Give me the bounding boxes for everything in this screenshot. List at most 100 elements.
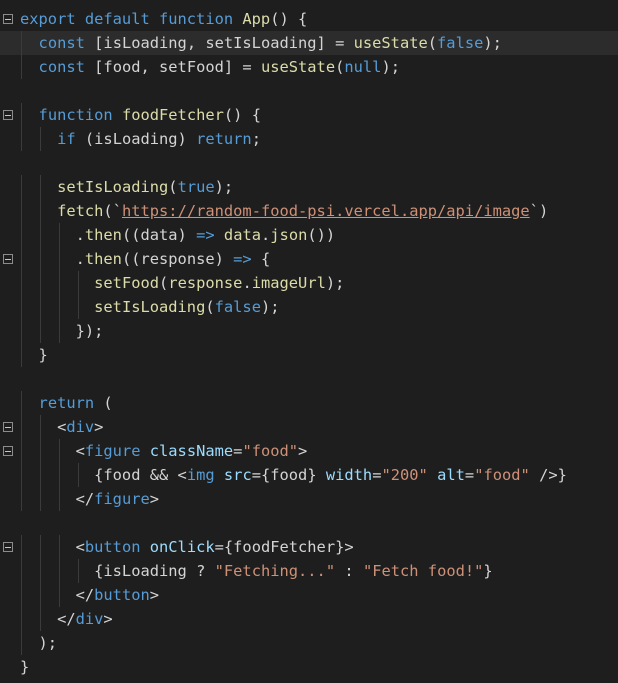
code-text: const [food, setFood] = useState(null); [20,55,400,79]
code-token: ); [381,58,400,76]
code-line[interactable]: </button> [0,583,618,607]
code-token: className [149,442,234,460]
code-token: [isLoading, setIsLoading] = [94,34,354,52]
code-text: function foodFetcher() { [20,103,261,127]
code-token: `) [529,202,549,220]
code-token: setFood [94,274,160,292]
code-token: { [251,250,271,268]
code-token: ( [335,58,345,76]
code-token: json [270,226,308,244]
code-token: () { [223,106,261,124]
code-token: false [214,298,261,316]
code-line[interactable]: {isLoading ? "Fetching..." : "Fetch food… [0,559,618,583]
code-token: ()) [307,226,336,244]
code-line[interactable]: {food && <img src={food} width = "200" alt… [0,463,618,487]
code-line[interactable]: <div> [0,415,618,439]
fold-toggle-icon[interactable] [3,110,13,120]
code-line[interactable]: .then((data) => data.json()) [0,223,618,247]
code-token: "food" [474,466,530,484]
code-token: ((data) [121,226,197,244]
code-line[interactable]: export default function App() { [0,7,618,31]
code-line[interactable]: setFood(response.imageUrl); [0,271,618,295]
code-token: then [84,226,122,244]
code-token: div [75,610,104,628]
code-token: "Fetch food!" [362,562,484,580]
code-line[interactable]: const [food, setFood] = useState(null); [0,55,618,79]
code-line[interactable]: const [isLoading, setIsLoading] = useSta… [0,31,618,55]
code-token: ( [427,34,438,52]
code-token: ; [251,130,261,148]
code-token: < [20,538,85,556]
code-line[interactable]: if (isLoading) return; [0,127,618,151]
code-text: ); [20,631,58,655]
code-token: "Fetching..." [214,562,336,580]
code-token: ); [260,298,280,316]
fold-toggle-icon[interactable] [3,14,13,24]
code-token: } [20,346,48,364]
code-text: setIsLoading(false); [20,295,280,319]
code-token: ( [103,394,113,412]
code-token: ); [20,634,58,652]
code-token: > [298,442,308,460]
code-token: </ [20,490,95,508]
code-line[interactable]: </figure> [0,487,618,511]
code-token: ( [205,298,215,316]
code-token: < [168,466,187,484]
code-token: => [196,226,215,244]
code-line[interactable] [0,79,618,103]
code-token: > [103,610,113,628]
code-line[interactable] [0,511,618,535]
code-line[interactable]: fetch(`https://random-food-psi.vercel.ap… [0,199,618,223]
code-token: (` [103,202,122,220]
fold-toggle-icon[interactable] [3,422,13,432]
code-line[interactable]: setIsLoading(false); [0,295,618,319]
code-line[interactable] [0,151,618,175]
code-line[interactable]: <button onClick={foodFetcher}> [0,535,618,559]
code-line[interactable]: return ( [0,391,618,415]
code-token: (isLoading) [84,130,197,148]
code-token: : [344,562,354,580]
code-text: return ( [20,391,113,415]
code-token: </ [20,610,76,628]
code-line[interactable]: </div> [0,607,618,631]
code-line[interactable]: setIsLoading(true); [0,175,618,199]
code-line[interactable]: } [0,655,618,679]
code-line[interactable]: ); [0,631,618,655]
code-token: data [223,226,261,244]
code-line[interactable] [0,367,618,391]
code-text: </div> [20,607,113,631]
code-token: export default function [20,10,243,28]
code-line[interactable]: } [0,343,618,367]
code-token: function [38,106,122,124]
code-line[interactable]: function foodFetcher() { [0,103,618,127]
code-token: true [177,178,215,196]
code-line[interactable]: }); [0,319,618,343]
code-line[interactable]: <figure className="food"> [0,439,618,463]
code-token: if [57,130,85,148]
code-token: figure [84,442,150,460]
code-text: .then((response) => { [20,247,271,271]
code-token: response [168,274,243,292]
code-token: </ [20,586,95,604]
code-token: const [38,58,95,76]
code-text: <div> [20,415,103,439]
code-token: > [94,418,104,436]
fold-toggle-icon[interactable] [3,254,13,264]
code-token: null [344,58,382,76]
code-text: } [20,343,48,367]
code-token: then [84,250,122,268]
fold-toggle-icon[interactable] [3,542,13,552]
code-editor[interactable]: export default function App() { const [i… [0,0,618,683]
code-token: />} [529,466,567,484]
code-token: } [483,562,493,580]
fold-toggle-icon[interactable] [3,446,13,456]
code-line[interactable]: .then((response) => { [0,247,618,271]
code-token: "food" [242,442,299,460]
